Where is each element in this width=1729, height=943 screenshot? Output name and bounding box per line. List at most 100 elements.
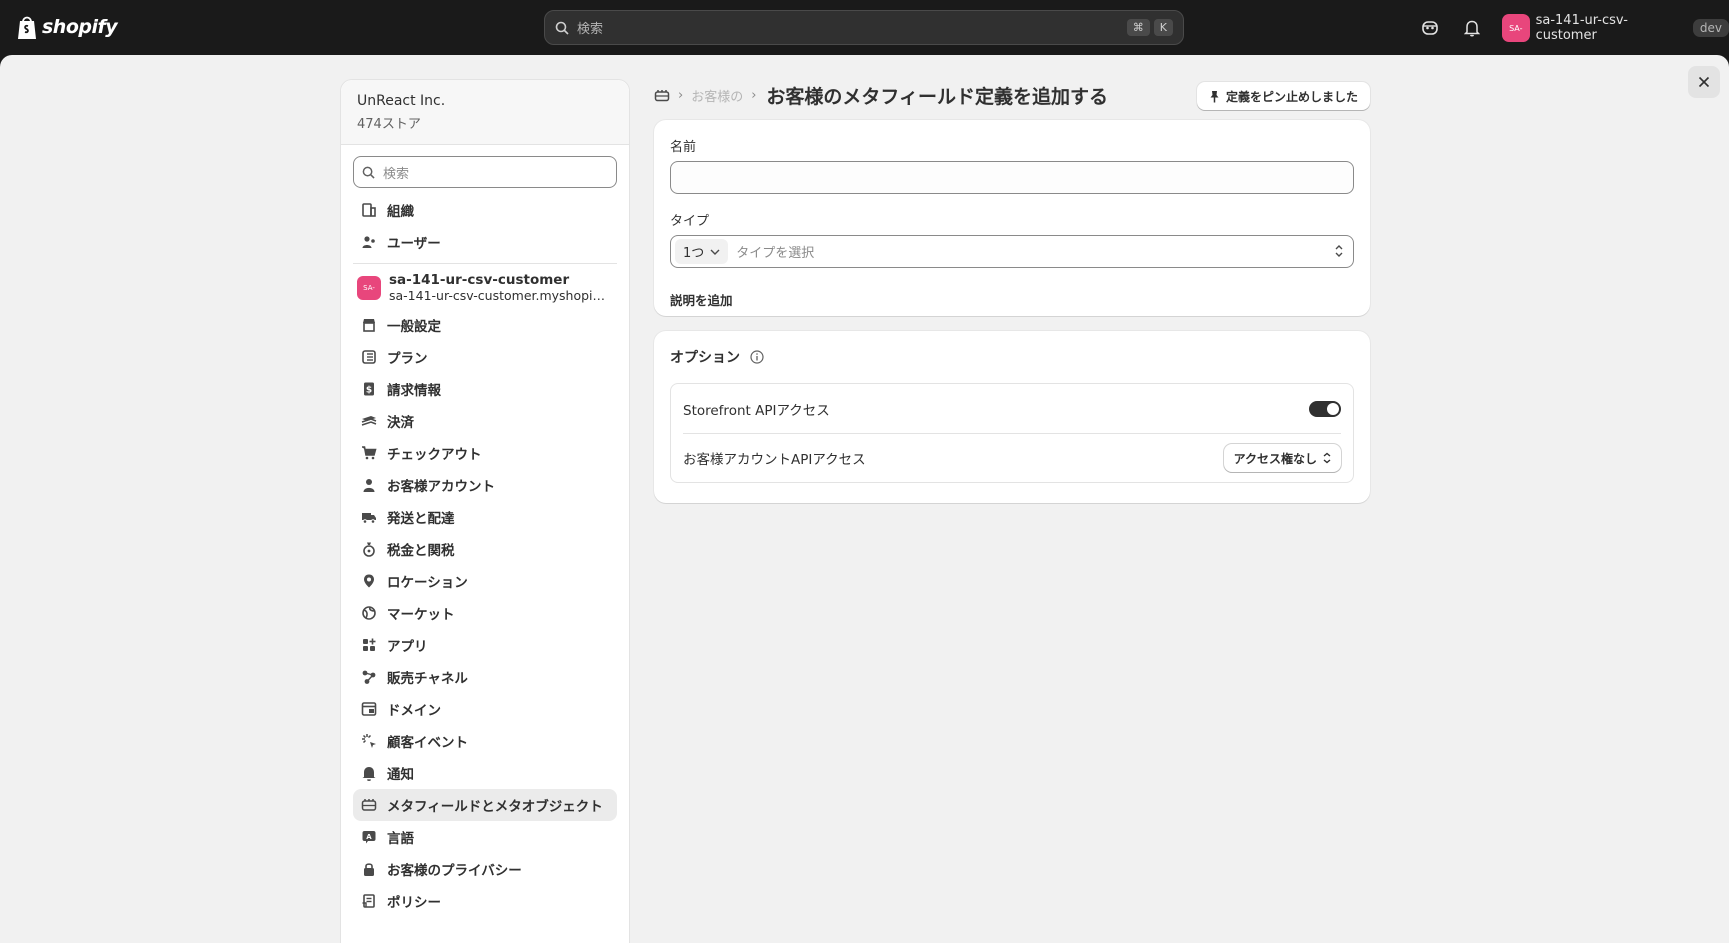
- pin-definition-label: 定義をピン止めしました: [1225, 89, 1358, 104]
- options-list: Storefront APIアクセス お客様アカウントAPIアクセス アクセス権…: [670, 383, 1354, 483]
- sidebar-item-label: 組織: [387, 204, 414, 220]
- sidebar-item-apps[interactable]: アプリ: [353, 629, 617, 661]
- store-avatar: SA-: [357, 275, 381, 300]
- sidebar-item-globe[interactable]: マーケット: [353, 597, 617, 629]
- sidebar-item-label: 顧客イベント: [387, 735, 468, 751]
- sidebar-item-billing[interactable]: $ 請求情報: [353, 373, 617, 405]
- sidebar-item-label: 請求情報: [387, 383, 441, 399]
- storefront-api-toggle[interactable]: [1309, 400, 1341, 417]
- bell-icon: [361, 765, 377, 781]
- close-icon: [1698, 76, 1710, 88]
- sidebar-item-tax[interactable]: 税金と関税: [353, 533, 617, 565]
- truck-icon: [361, 509, 377, 525]
- breadcrumb-separator: ›: [751, 87, 757, 103]
- select-arrows-icon: [1323, 452, 1331, 464]
- sidebar-item-metafields[interactable]: メタフィールドとメタオブジェクト: [353, 789, 617, 821]
- select-arrows-icon: [1335, 245, 1343, 257]
- sidebar-item-truck[interactable]: 発送と配達: [353, 501, 617, 533]
- name-label: 名前: [670, 140, 697, 155]
- sidebar-item-label: 決済: [387, 415, 414, 431]
- type-select[interactable]: 1つ タイプを選択: [670, 235, 1354, 268]
- sidebar-item-users[interactable]: ユーザー: [353, 226, 617, 258]
- sidebar-item-location[interactable]: ロケーション: [353, 565, 617, 597]
- customer-account-api-value: アクセス権なし: [1233, 451, 1317, 466]
- search-icon: [362, 166, 375, 179]
- breadcrumb-separator: ›: [678, 87, 684, 103]
- sidebar-item-label: アプリ: [387, 639, 428, 655]
- breadcrumb-parent-link[interactable]: お客様の: [691, 86, 743, 105]
- toggle-knob: [1327, 402, 1339, 415]
- breadcrumb: › お客様の ›: [654, 86, 756, 105]
- global-search-placeholder: 検索: [577, 22, 604, 37]
- settings-search-input[interactable]: 検索: [353, 156, 617, 188]
- search-icon: [555, 21, 569, 35]
- page-title: お客様のメタフィールド定義を追加する: [766, 85, 1109, 108]
- sidebar-item-domain[interactable]: ドメイン: [353, 693, 617, 725]
- metafields-icon[interactable]: [654, 88, 670, 102]
- name-input[interactable]: [670, 161, 1354, 194]
- brand-name: shopify: [42, 16, 118, 38]
- billing-icon: $: [361, 381, 377, 397]
- shopify-logo[interactable]: shopify: [16, 14, 118, 40]
- sidebar-item-plan[interactable]: プラン: [353, 341, 617, 373]
- globe-icon: [361, 605, 377, 621]
- sidebar-item-person[interactable]: お客様アカウント: [353, 469, 617, 501]
- store-switcher[interactable]: SA- sa-141-ur-csv-customer sa-141-ur-csv…: [353, 272, 617, 303]
- sidebar-item-label: 発送と配達: [387, 511, 455, 527]
- language-icon: A: [361, 829, 377, 845]
- sidebar-item-label: ポリシー: [387, 895, 441, 911]
- sidebar-item-language[interactable]: A 言語: [353, 821, 617, 853]
- sidebar-item-bell[interactable]: 通知: [353, 757, 617, 789]
- info-icon[interactable]: [750, 350, 764, 364]
- notifications-bell-icon[interactable]: [1461, 17, 1483, 39]
- sidebar-item-cart[interactable]: チェックアウト: [353, 437, 617, 469]
- sidebar-item-label: 一般設定: [387, 319, 441, 335]
- quantity-value: 1つ: [683, 246, 705, 261]
- sidebar-item-store[interactable]: 一般設定: [353, 309, 617, 341]
- add-description-button[interactable]: 説明を追加: [670, 290, 1354, 309]
- channels-icon: [361, 669, 377, 685]
- shortcut-key: K: [1153, 19, 1173, 36]
- payments-icon: [361, 413, 377, 429]
- sidebar-item-label: チェックアウト: [387, 447, 482, 463]
- user-avatar: SA-: [1502, 14, 1530, 42]
- user-menu[interactable]: SA- sa-141-ur-csv-customer dev: [1502, 13, 1729, 43]
- sidebar-item-label: 通知: [387, 767, 414, 783]
- shopify-bag-icon: [18, 16, 36, 39]
- store-name: sa-141-ur-csv-customer: [389, 272, 570, 288]
- plan-icon: [361, 349, 377, 365]
- tax-icon: [361, 541, 377, 557]
- sidebar-item-events[interactable]: 顧客イベント: [353, 725, 617, 757]
- sidebar-item-label: ドメイン: [387, 703, 441, 719]
- page-header: › お客様の › お客様のメタフィールド定義を追加する 定義をピン止めしました: [654, 79, 1370, 111]
- sidebar-item-label: 販売チャネル: [387, 671, 468, 687]
- chevron-down-icon: [710, 249, 720, 255]
- top-bar: shopify 検索 ⌘ K SA- sa-141-ur-csv-custome…: [0, 0, 1729, 55]
- pin-icon: [1210, 90, 1219, 102]
- customer-account-api-select[interactable]: アクセス権なし: [1223, 444, 1341, 472]
- sidebar-item-channels[interactable]: 販売チャネル: [353, 661, 617, 693]
- domain-icon: [361, 701, 377, 717]
- svg-text:$: $: [366, 386, 372, 396]
- options-header: オプション: [670, 347, 1354, 367]
- sidebar-item-label: ロケーション: [387, 575, 468, 591]
- svg-text:A: A: [366, 833, 372, 841]
- sidebar-item-building[interactable]: 組織: [353, 194, 617, 226]
- sidekick-icon[interactable]: [1419, 17, 1441, 39]
- customer-account-api-label: お客様アカウントAPIアクセス: [683, 452, 866, 468]
- sidebar-item-lock[interactable]: お客様のプライバシー: [353, 853, 617, 885]
- cart-icon: [361, 445, 377, 461]
- global-search[interactable]: 検索 ⌘ K: [544, 10, 1184, 45]
- quantity-dropdown[interactable]: 1つ: [675, 239, 729, 264]
- dev-badge: dev: [1692, 19, 1729, 37]
- type-placeholder: タイプを選択: [736, 246, 815, 261]
- settings-modal: UnReact Inc. 474ストア 検索 組織ユーザー SA- sa-141…: [0, 55, 1729, 943]
- organization-header[interactable]: UnReact Inc. 474ストア: [341, 80, 629, 145]
- pin-definition-button[interactable]: 定義をピン止めしました: [1196, 82, 1370, 110]
- options-card: オプション Storefront APIアクセス お客様アカウントAPIアクセス…: [654, 331, 1370, 503]
- close-button[interactable]: [1688, 66, 1720, 98]
- sidebar-item-payments[interactable]: 決済: [353, 405, 617, 437]
- user-name: sa-141-ur-csv-customer: [1535, 13, 1628, 43]
- lock-icon: [361, 861, 377, 877]
- sidebar-item-policy[interactable]: ポリシー: [353, 885, 617, 917]
